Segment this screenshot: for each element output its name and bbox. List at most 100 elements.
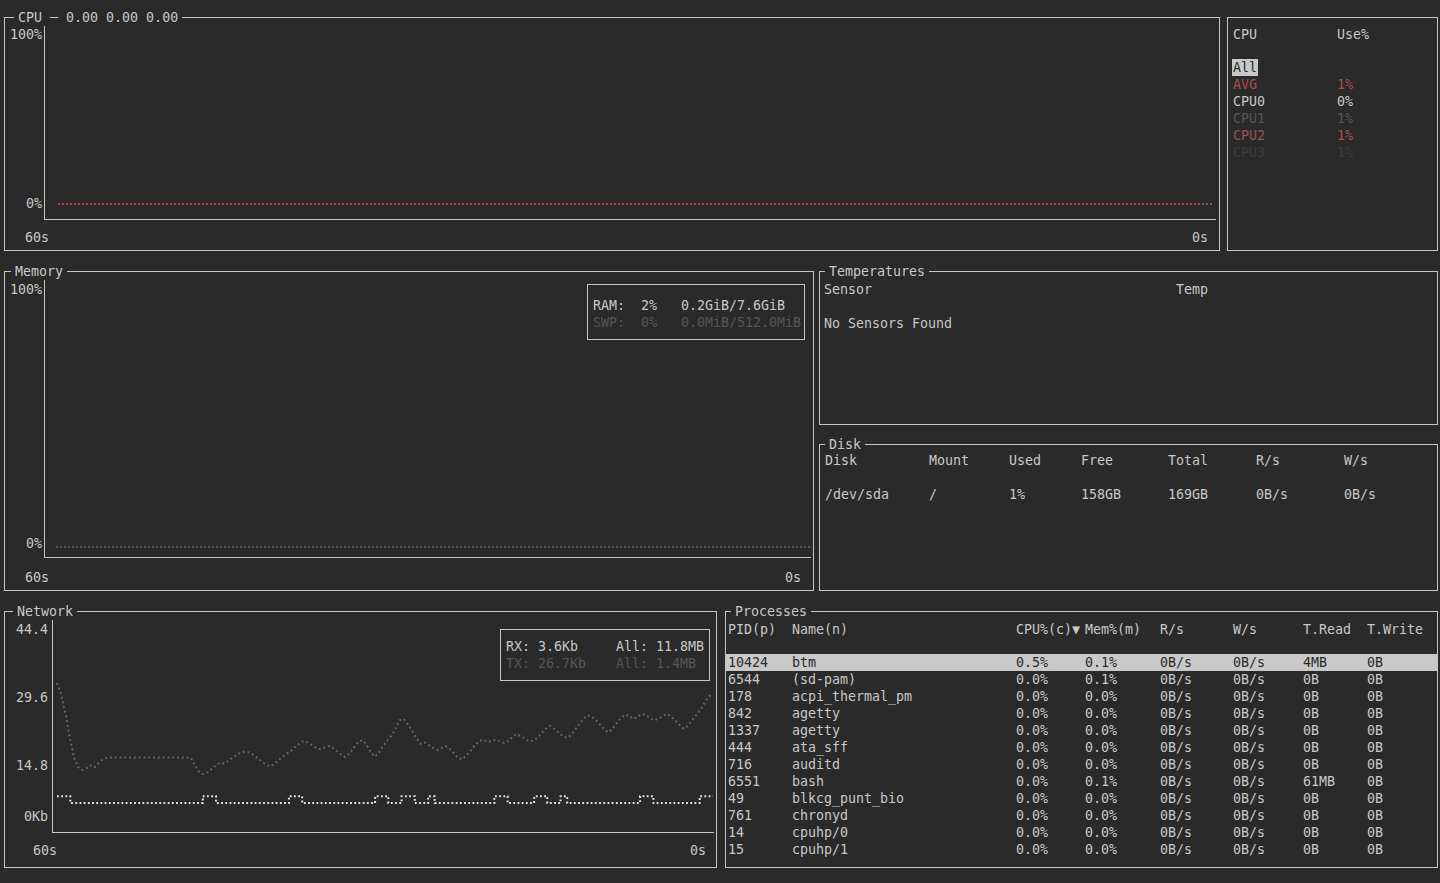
process-cell[interactable]: 0B [1367, 824, 1383, 841]
process-cell[interactable]: 0B [1303, 705, 1319, 722]
process-cell[interactable]: agetty [792, 722, 840, 739]
process-cell[interactable]: 0.0% [1016, 756, 1048, 773]
process-cell[interactable]: 0.1% [1085, 654, 1117, 671]
process-cell[interactable]: 0B/s [1160, 705, 1192, 722]
cpu-legend-row-avg[interactable]: AVG [1233, 76, 1257, 93]
process-cell[interactable]: 0B [1303, 841, 1319, 858]
process-cell[interactable]: 0.0% [1016, 773, 1048, 790]
process-cell[interactable]: 0B [1303, 671, 1319, 688]
process-cell[interactable]: 15 [728, 841, 744, 858]
disk-header-mount[interactable]: Mount [929, 452, 969, 469]
process-cell[interactable]: 10424 [728, 654, 768, 671]
cpu-legend-row-cpu3[interactable]: CPU3 [1233, 144, 1265, 161]
process-cell[interactable]: 0.0% [1016, 722, 1048, 739]
process-cell[interactable]: 0B/s [1160, 824, 1192, 841]
process-cell[interactable]: 0.0% [1085, 841, 1117, 858]
process-cell[interactable]: 0B/s [1233, 756, 1265, 773]
process-cell[interactable]: 0.0% [1016, 739, 1048, 756]
process-cell[interactable]: 0B [1367, 756, 1383, 773]
temp-header-sensor[interactable]: Sensor [824, 281, 872, 298]
process-cell[interactable]: blkcg_punt_bio [792, 790, 904, 807]
proc-header-6[interactable]: T.Read [1303, 621, 1351, 638]
process-cell[interactable]: 4MB [1303, 654, 1327, 671]
process-cell[interactable]: 0B [1367, 705, 1383, 722]
proc-header-5[interactable]: W/s [1233, 621, 1257, 638]
cpu-legend-row-cpu1[interactable]: CPU1 [1233, 110, 1265, 127]
process-cell[interactable]: 0B/s [1233, 824, 1265, 841]
process-cell[interactable]: 61MB [1303, 773, 1335, 790]
process-cell[interactable]: 0.0% [1016, 807, 1048, 824]
process-cell[interactable]: 0.1% [1085, 773, 1117, 790]
process-cell[interactable]: 0B/s [1233, 807, 1265, 824]
disk-header-ws[interactable]: W/s [1344, 452, 1368, 469]
proc-header-0[interactable]: PID(p) [728, 621, 776, 638]
process-cell[interactable]: 0.0% [1016, 688, 1048, 705]
process-cell[interactable]: 0B/s [1160, 722, 1192, 739]
cpu-legend-row-cpu0[interactable]: CPU0 [1233, 93, 1265, 110]
process-cell[interactable]: 0B [1367, 722, 1383, 739]
process-cell[interactable]: 761 [728, 807, 752, 824]
process-cell[interactable]: 0B [1367, 671, 1383, 688]
process-cell[interactable]: (sd-pam) [792, 671, 856, 688]
process-cell[interactable]: 0B/s [1160, 688, 1192, 705]
proc-header-7[interactable]: T.Write [1367, 621, 1423, 638]
process-cell[interactable]: 0B/s [1160, 671, 1192, 688]
process-cell[interactable]: acpi_thermal_pm [792, 688, 912, 705]
process-cell[interactable]: 0B [1367, 739, 1383, 756]
process-cell[interactable]: auditd [792, 756, 840, 773]
process-cell[interactable]: 0.0% [1085, 722, 1117, 739]
process-cell[interactable]: 0B [1367, 807, 1383, 824]
process-cell[interactable]: 0B [1367, 654, 1383, 671]
process-cell[interactable]: 0B/s [1233, 671, 1265, 688]
process-cell[interactable]: agetty [792, 705, 840, 722]
proc-header-2[interactable]: CPU%(c)▼ [1016, 621, 1080, 638]
process-cell[interactable]: 0B/s [1233, 654, 1265, 671]
process-cell[interactable]: 0.0% [1016, 841, 1048, 858]
process-cell[interactable]: 0B/s [1160, 654, 1192, 671]
proc-header-4[interactable]: R/s [1160, 621, 1184, 638]
process-cell[interactable]: bash [792, 773, 824, 790]
process-cell[interactable]: 0.5% [1016, 654, 1048, 671]
process-cell[interactable]: 0B/s [1160, 807, 1192, 824]
process-cell[interactable]: 0B/s [1233, 722, 1265, 739]
process-cell[interactable]: 0B/s [1160, 739, 1192, 756]
process-cell[interactable]: 0B [1367, 688, 1383, 705]
process-cell[interactable]: 0B [1303, 722, 1319, 739]
process-cell[interactable]: 0B [1303, 756, 1319, 773]
process-cell[interactable]: 444 [728, 739, 752, 756]
disk-header-disk[interactable]: Disk [825, 452, 857, 469]
process-cell[interactable]: 0.0% [1016, 824, 1048, 841]
cpu-legend-row-cpu2[interactable]: CPU2 [1233, 127, 1265, 144]
process-row-selection[interactable] [726, 654, 1437, 671]
process-cell[interactable]: 0.0% [1016, 671, 1048, 688]
process-cell[interactable]: 49 [728, 790, 744, 807]
process-cell[interactable]: 0.0% [1085, 790, 1117, 807]
process-cell[interactable]: 0.0% [1016, 705, 1048, 722]
process-cell[interactable]: chronyd [792, 807, 848, 824]
process-cell[interactable]: 6544 [728, 671, 760, 688]
process-cell[interactable]: 0B/s [1160, 756, 1192, 773]
process-cell[interactable]: 1337 [728, 722, 760, 739]
process-cell[interactable]: btm [792, 654, 816, 671]
process-cell[interactable]: 0B [1367, 773, 1383, 790]
process-cell[interactable]: 0B [1303, 807, 1319, 824]
process-cell[interactable]: 0.0% [1085, 807, 1117, 824]
process-cell[interactable]: 0B/s [1160, 841, 1192, 858]
process-cell[interactable]: 0B/s [1160, 773, 1192, 790]
process-cell[interactable]: 0B [1367, 790, 1383, 807]
process-cell[interactable]: 0B [1303, 739, 1319, 756]
process-cell[interactable]: 0B/s [1233, 688, 1265, 705]
process-cell[interactable]: ata_sff [792, 739, 848, 756]
process-cell[interactable]: 0B [1303, 790, 1319, 807]
process-cell[interactable]: 0B/s [1233, 705, 1265, 722]
disk-header-rs[interactable]: R/s [1256, 452, 1280, 469]
process-cell[interactable]: 842 [728, 705, 752, 722]
process-cell[interactable]: 716 [728, 756, 752, 773]
process-cell[interactable]: 0.0% [1016, 790, 1048, 807]
process-cell[interactable]: 14 [728, 824, 744, 841]
proc-header-1[interactable]: Name(n) [792, 621, 848, 638]
process-cell[interactable]: 0B [1303, 824, 1319, 841]
process-cell[interactable]: cpuhp/0 [792, 824, 848, 841]
disk-header-used[interactable]: Used [1009, 452, 1041, 469]
process-cell[interactable]: 0.1% [1085, 671, 1117, 688]
